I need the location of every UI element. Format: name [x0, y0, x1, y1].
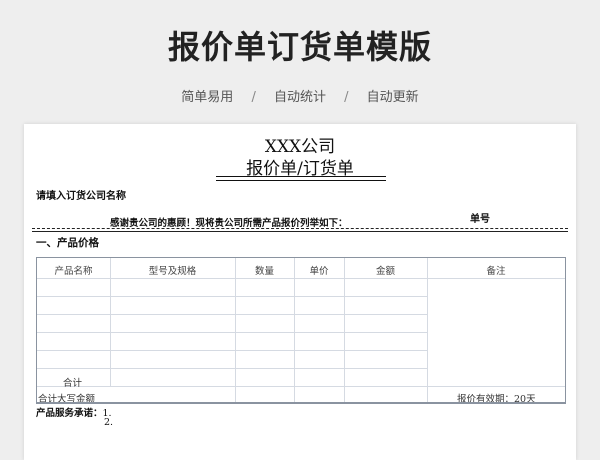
- tag-easy: 简单易用: [181, 90, 234, 105]
- tag-separator: /: [251, 90, 256, 105]
- order-number-label: 单号: [470, 214, 490, 225]
- service-promise: 产品服务承诺：1.: [36, 405, 112, 419]
- tag-auto-update: 自动更新: [366, 90, 419, 105]
- feature-tags: 简单易用 / 自动统计 / 自动更新: [0, 86, 600, 105]
- header-unit-price: 单价: [309, 266, 329, 277]
- header-amount: 金额: [375, 266, 395, 277]
- divider: [32, 231, 568, 232]
- page-title: 报价单订货单模版: [167, 28, 432, 66]
- tag-separator: /: [344, 90, 349, 105]
- col-line: [294, 258, 295, 403]
- title-underline: [216, 176, 386, 177]
- section-heading-price: 一、产品价格: [36, 237, 99, 249]
- customer-name-field[interactable]: 请填入订货公司名称: [36, 187, 126, 202]
- thanks-text: 感谢贵公司的惠顾！现将贵公司所需产品报价列举如下：: [110, 218, 348, 229]
- row-line: [37, 350, 427, 351]
- col-line: [427, 258, 428, 403]
- service-promise-label: 产品服务承诺：: [36, 408, 103, 419]
- table-bottom-border: [36, 402, 566, 403]
- header-remarks: 备注: [486, 266, 506, 277]
- title-underline-2: [216, 180, 386, 181]
- header-model-spec: 型号及规格: [148, 266, 197, 277]
- row-line: [37, 386, 565, 387]
- promise-item-2[interactable]: 2.: [104, 417, 113, 428]
- header-product-name: 产品名称: [54, 266, 93, 277]
- row-line: [37, 296, 427, 297]
- row-line: [37, 314, 427, 315]
- tag-auto-stat: 自动统计: [273, 90, 326, 105]
- header-quantity: 数量: [254, 266, 274, 277]
- row-line: [37, 332, 427, 333]
- row-line: [37, 368, 427, 369]
- quote-sheet: XXX公司 报价单/订货单 请填入订货公司名称 感谢贵公司的惠顾！现将贵公司所需…: [24, 124, 576, 460]
- dashed-divider: [32, 228, 568, 229]
- col-line: [344, 258, 345, 403]
- total-label: 合计: [63, 378, 83, 389]
- col-line: [235, 258, 236, 403]
- price-table: 产品名称 型号及规格 数量 单价 金额 备注 合计 合计大写金额 报价有效期：2…: [36, 257, 566, 405]
- row-line: [37, 278, 565, 279]
